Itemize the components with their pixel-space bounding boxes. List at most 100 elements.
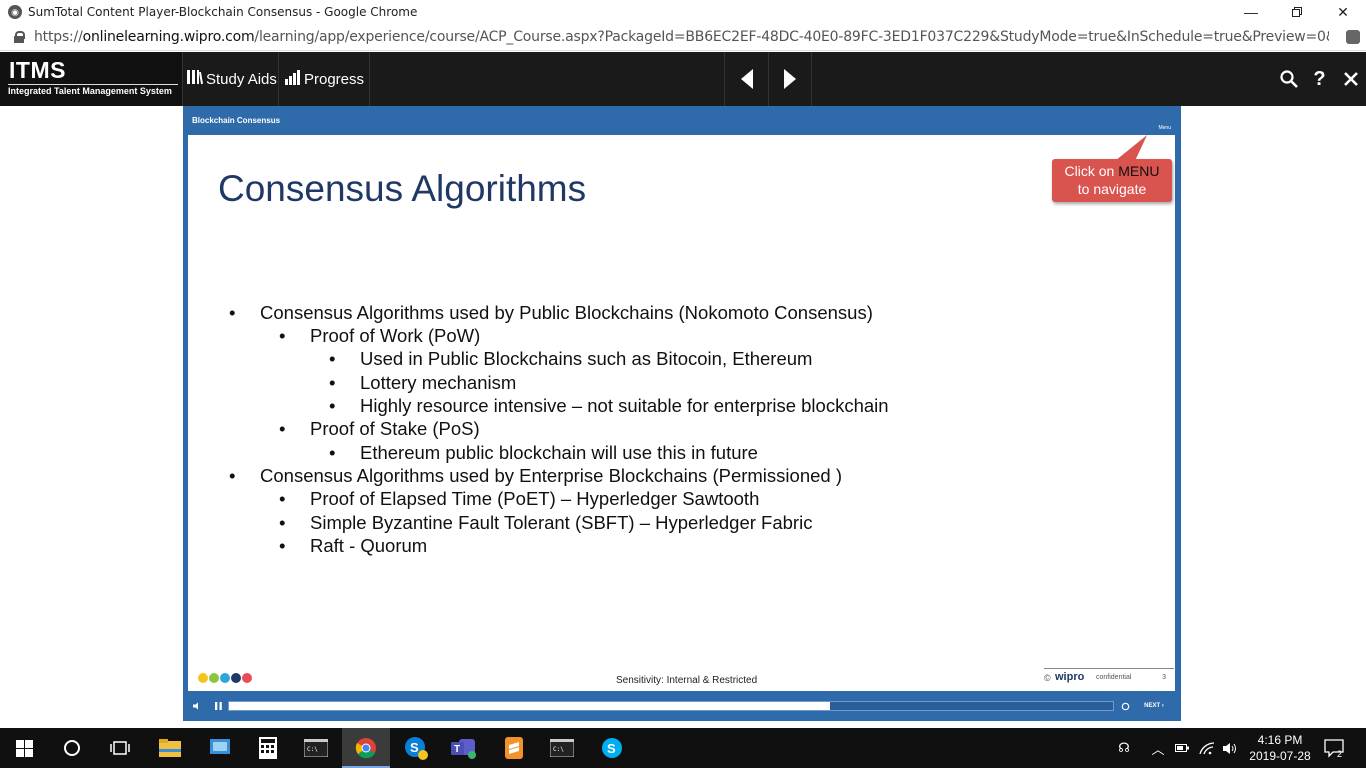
taskbar-skype[interactable]: S bbox=[588, 728, 636, 768]
battery-button[interactable] bbox=[1172, 728, 1192, 768]
progress-button[interactable]: Progress bbox=[280, 52, 370, 106]
taskbar-clock[interactable]: 4:16 PM 2019-07-28 bbox=[1240, 732, 1320, 764]
url-path: /learning/app/experience/course/ACP_Cour… bbox=[254, 29, 1329, 45]
start-button[interactable] bbox=[0, 728, 48, 768]
list-item: • Ethereum public blockchain will use thi… bbox=[329, 442, 758, 464]
bullet-text: Highly resource intensive – not suitable… bbox=[360, 395, 889, 416]
search-button[interactable] bbox=[1273, 52, 1304, 106]
progress-fill bbox=[229, 702, 831, 710]
list-item: • Consensus Algorithms used by Enterprise… bbox=[229, 465, 842, 487]
close-window-button[interactable]: ✕ bbox=[1320, 0, 1366, 24]
taskbar-command-prompt-2[interactable]: C:\ bbox=[538, 728, 586, 768]
task-view-icon bbox=[110, 741, 130, 755]
svg-text:C:\: C:\ bbox=[553, 746, 564, 753]
battery-icon bbox=[1175, 744, 1189, 752]
menu-callout: Click on MENU to navigate bbox=[1052, 159, 1172, 202]
calculator-icon bbox=[259, 737, 277, 759]
callout-pointer bbox=[1114, 135, 1148, 161]
list-item: • Proof of Stake (PoS) bbox=[279, 418, 480, 440]
next-label: NEXT bbox=[1144, 703, 1161, 709]
progress-label: Progress bbox=[304, 70, 365, 88]
callout-prefix: Click on bbox=[1064, 163, 1115, 179]
chevron-left-icon bbox=[740, 69, 753, 89]
terminal-icon: C:\ bbox=[550, 739, 574, 757]
taskbar-command-prompt[interactable]: C:\ bbox=[292, 728, 340, 768]
brand-color-dots bbox=[198, 673, 252, 683]
copyright-symbol: © bbox=[1044, 673, 1051, 683]
window-title: SumTotal Content Player-Blockchain Conse… bbox=[28, 5, 418, 19]
replay-button[interactable] bbox=[1119, 700, 1131, 712]
terminal-icon: C:\ bbox=[304, 739, 328, 757]
taskbar-network-app[interactable] bbox=[196, 728, 244, 768]
taskbar-calculator[interactable] bbox=[244, 728, 292, 768]
bullet-dot: • bbox=[279, 535, 286, 556]
study-aids-button[interactable]: Study Aids bbox=[185, 52, 279, 106]
logo-title: ITMS bbox=[9, 57, 66, 83]
next-slide-button[interactable]: NEXT › bbox=[1139, 700, 1169, 712]
bullet-text: Raft - Quorum bbox=[310, 535, 428, 556]
svg-text:C:\: C:\ bbox=[307, 746, 318, 753]
slide-title: Consensus Algorithms bbox=[218, 168, 587, 209]
clock-date: 2019-07-28 bbox=[1249, 749, 1311, 763]
exit-course-button[interactable] bbox=[1335, 52, 1366, 106]
teams-icon: T bbox=[451, 739, 476, 759]
bullet-dot: • bbox=[279, 512, 286, 533]
volume-button[interactable] bbox=[191, 700, 203, 712]
next-page-button[interactable] bbox=[768, 52, 812, 106]
bullet-text: Proof of Stake (PoS) bbox=[310, 418, 480, 439]
task-view-button[interactable] bbox=[96, 728, 144, 768]
address-bar[interactable]: https://onlinelearning.wipro.com/learnin… bbox=[0, 24, 1366, 51]
action-center-button[interactable]: 2 bbox=[1320, 728, 1350, 768]
logo-subtitle: Integrated Talent Management System bbox=[8, 86, 172, 96]
next-arrow-icon: › bbox=[1161, 703, 1164, 709]
chrome-icon bbox=[355, 738, 376, 759]
close-icon bbox=[1343, 72, 1358, 86]
people-icon: ☊ bbox=[1118, 740, 1130, 755]
restore-button[interactable] bbox=[1274, 0, 1320, 24]
bullet-dot: • bbox=[229, 302, 236, 323]
bullet-text: Proof of Elapsed Time (PoET) – Hyperledg… bbox=[310, 488, 760, 509]
playback-progress-bar[interactable] bbox=[228, 701, 1114, 711]
url-text[interactable]: https://onlinelearning.wipro.com/learnin… bbox=[34, 29, 1329, 45]
wifi-button[interactable] bbox=[1196, 728, 1218, 768]
volume-tray-button[interactable] bbox=[1220, 728, 1242, 768]
clock-time: 4:16 PM bbox=[1257, 733, 1303, 747]
previous-page-button[interactable] bbox=[724, 52, 768, 106]
show-hidden-icons-button[interactable]: ︿ bbox=[1148, 728, 1168, 768]
brand-dot bbox=[220, 673, 230, 683]
taskbar-teams[interactable]: T bbox=[440, 728, 488, 768]
bullet-dot: • bbox=[279, 418, 286, 439]
list-item: • Used in Public Blockchains such as Bito… bbox=[329, 348, 812, 370]
taskbar-skype-business[interactable]: S bbox=[392, 728, 440, 768]
pause-button[interactable] bbox=[212, 700, 224, 712]
taskbar-file-explorer[interactable] bbox=[146, 728, 194, 768]
people-button[interactable]: ☊ bbox=[1112, 728, 1136, 768]
svg-text:S: S bbox=[607, 741, 616, 756]
slide: Consensus Algorithms Click on MENU to na… bbox=[188, 135, 1175, 691]
minimize-button[interactable]: — bbox=[1228, 0, 1274, 24]
bullet-dot: • bbox=[329, 442, 336, 463]
taskbar-sublime-text[interactable] bbox=[490, 728, 538, 768]
network-app-icon bbox=[210, 739, 230, 754]
bullet-text: Lottery mechanism bbox=[360, 372, 517, 393]
skype-icon: S bbox=[602, 738, 622, 758]
bullet-text: Consensus Algorithms used by Public Bloc… bbox=[260, 302, 873, 323]
itms-logo: ITMS Integrated Talent Management System bbox=[0, 52, 183, 106]
speaker-icon bbox=[192, 702, 198, 710]
study-aids-label: Study Aids bbox=[206, 70, 277, 88]
player-menu-button[interactable]: Menu bbox=[1158, 125, 1171, 131]
chevron-up-icon: ︿ bbox=[1151, 741, 1165, 757]
cortana-search-button[interactable] bbox=[48, 728, 96, 768]
folder-icon bbox=[159, 739, 181, 757]
help-button[interactable]: ? bbox=[1304, 52, 1335, 106]
restore-icon bbox=[1292, 7, 1302, 17]
progress-bars-icon bbox=[285, 69, 301, 89]
content-player: Blockchain Consensus Menu Consensus Algo… bbox=[183, 106, 1181, 721]
extension-icon[interactable] bbox=[1346, 30, 1360, 44]
notification-icon: 2 bbox=[1324, 739, 1344, 758]
taskbar-chrome[interactable] bbox=[342, 728, 390, 768]
list-item: • Proof of Elapsed Time (PoET) – Hyperled… bbox=[279, 488, 760, 510]
svg-text:T: T bbox=[454, 744, 460, 755]
skype-business-icon: S bbox=[405, 737, 428, 760]
page-number: 3 bbox=[1162, 674, 1166, 681]
